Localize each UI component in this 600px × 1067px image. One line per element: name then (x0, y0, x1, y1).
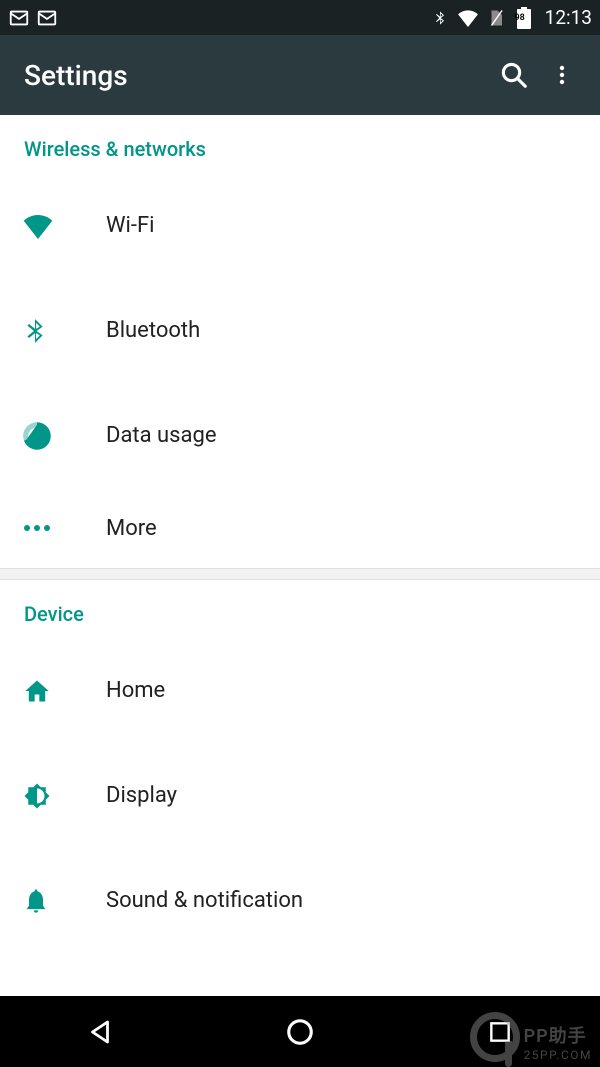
home-icon (22, 677, 52, 705)
settings-item-label: More (106, 516, 157, 541)
watermark-logo-icon (470, 1012, 520, 1062)
settings-item-label: Home (106, 678, 165, 703)
status-left (8, 7, 58, 29)
settings-item-label: Data usage (106, 423, 217, 448)
back-icon (85, 1017, 115, 1047)
sim-status-icon (485, 7, 507, 29)
app-bar: Settings (0, 35, 600, 115)
settings-item-bluetooth[interactable]: Bluetooth (0, 278, 600, 383)
more-vertical-icon (550, 63, 574, 87)
mail-icon (36, 7, 58, 29)
display-icon (22, 781, 52, 811)
section-divider (0, 568, 600, 580)
settings-item-more[interactable]: More (0, 488, 600, 568)
battery-level: 98 (513, 13, 527, 23)
settings-item-wifi[interactable]: Wi-Fi (0, 173, 600, 278)
battery-status-icon: 98 (513, 7, 535, 29)
mail-icon (8, 7, 30, 29)
settings-item-data-usage[interactable]: Data usage (0, 383, 600, 488)
wifi-icon (22, 213, 54, 239)
more-horizontal-icon (22, 523, 52, 533)
search-button[interactable] (490, 51, 538, 99)
back-button[interactable] (40, 1002, 160, 1062)
settings-item-home[interactable]: Home (0, 638, 600, 743)
status-bar: 98 12:13 (0, 0, 600, 35)
watermark-text-2: 25PP.COM (524, 1048, 592, 1062)
section-header-device: Device (0, 580, 600, 638)
bluetooth-icon (22, 314, 48, 348)
overflow-menu-button[interactable] (538, 51, 586, 99)
settings-item-label: Wi-Fi (106, 213, 154, 238)
home-button[interactable] (240, 1002, 360, 1062)
settings-item-label: Bluetooth (106, 318, 200, 343)
page-title: Settings (24, 59, 490, 92)
wifi-status-icon (457, 7, 479, 29)
watermark-text-1: PP助手 (524, 1022, 587, 1048)
search-icon (499, 60, 529, 90)
watermark: PP助手 25PP.COM (470, 1012, 592, 1062)
settings-item-sound[interactable]: Sound & notification (0, 848, 600, 953)
settings-item-display[interactable]: Display (0, 743, 600, 848)
bluetooth-status-icon (429, 7, 451, 29)
data-usage-icon (22, 421, 52, 451)
status-time: 12:13 (545, 6, 592, 29)
home-nav-icon (285, 1017, 315, 1047)
settings-list: Wireless & networks Wi-Fi Bluetooth Data… (0, 115, 600, 953)
sound-icon (22, 886, 50, 916)
settings-item-label: Sound & notification (106, 888, 303, 913)
status-right: 98 12:13 (429, 6, 592, 29)
section-header-wireless: Wireless & networks (0, 115, 600, 173)
settings-item-label: Display (106, 783, 177, 808)
